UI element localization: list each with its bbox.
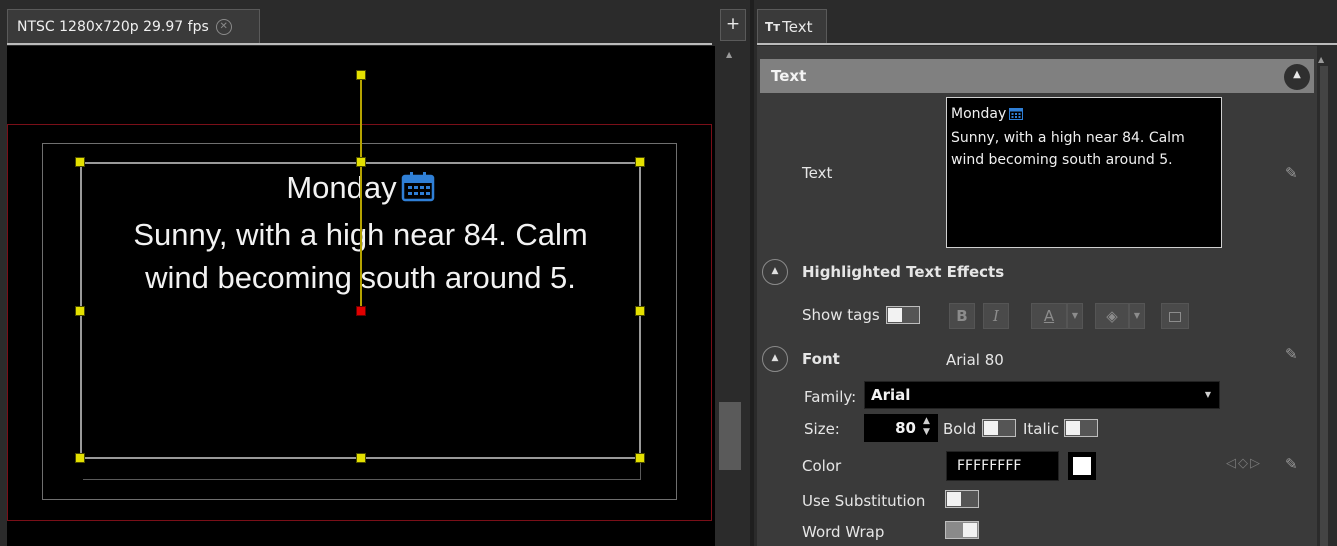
resize-handle-bottom[interactable] — [356, 453, 366, 463]
text-field-label: Text — [802, 164, 833, 182]
text-section-title: Text — [771, 67, 807, 85]
preview-canvas[interactable]: Monday Sunny, with a high near 84. Calm … — [7, 46, 715, 546]
resize-handle-bottom-left[interactable] — [75, 453, 85, 463]
size-label: Size: — [804, 420, 840, 438]
properties-scroll-thumb[interactable] — [1320, 66, 1328, 546]
font-collapse-icon[interactable]: ▲ — [762, 346, 788, 372]
textarea-line-3: wind becoming south around 5. — [951, 152, 1173, 168]
text-properties-tab[interactable]: Tт Text — [757, 9, 827, 43]
show-tags-toggle[interactable] — [886, 306, 920, 324]
image-icon — [1169, 312, 1181, 322]
tab-underline — [7, 43, 712, 45]
word-wrap-toggle[interactable] — [945, 521, 979, 539]
rotation-guide-line — [360, 76, 362, 311]
chevron-down-icon: ▼ — [1204, 390, 1211, 399]
color-swatch-button[interactable] — [1068, 452, 1096, 480]
color-label: Color — [802, 457, 842, 475]
word-wrap-label: Word Wrap — [802, 523, 885, 541]
text-properties-tab-label: Text — [782, 17, 813, 36]
text-content-textarea[interactable]: Monday Sunny, with a high near 84. Calm … — [946, 97, 1222, 248]
textarea-line-2: Sunny, with a high near 84. Calm — [951, 130, 1185, 146]
resize-handle-top-left[interactable] — [75, 157, 85, 167]
size-spinner-icon[interactable]: ▲ ▼ — [923, 416, 930, 438]
calendar-icon — [401, 170, 435, 213]
color-swatch — [1073, 457, 1091, 475]
italic-toggle[interactable] — [1064, 419, 1098, 437]
anchor-point-handle[interactable] — [356, 306, 366, 316]
font-color-dropdown-icon[interactable]: ▼ — [1067, 303, 1083, 329]
fill-color-button[interactable]: ◈ — [1095, 303, 1129, 329]
family-label: Family: — [804, 388, 857, 406]
panel-divider[interactable] — [750, 0, 754, 546]
preview-tab[interactable]: NTSC 1280x720p 29.97 fps ✕ — [7, 9, 260, 43]
bold-label: Bold — [943, 420, 977, 438]
resize-handle-top[interactable] — [356, 157, 366, 167]
textarea-line-1: Monday — [951, 106, 1007, 122]
bold-toggle[interactable] — [982, 419, 1016, 437]
properties-tabbar — [754, 0, 1337, 45]
text-section-header[interactable]: Text — [760, 59, 1314, 93]
italic-format-button[interactable]: I — [983, 303, 1009, 329]
italic-label: Italic — [1023, 420, 1060, 438]
right-tab-underline — [757, 43, 1337, 45]
rotation-handle[interactable] — [356, 70, 366, 80]
bold-format-button[interactable]: B — [949, 303, 975, 329]
collapse-section-icon[interactable]: ▲ — [1284, 64, 1310, 90]
text-type-icon: Tт — [765, 19, 781, 34]
fill-color-dropdown-icon[interactable]: ▼ — [1129, 303, 1145, 329]
highlighted-collapse-icon[interactable]: ▲ — [762, 259, 788, 285]
show-tags-label: Show tags — [802, 306, 880, 324]
calendar-tag-icon — [1009, 105, 1024, 127]
keyframe-nav-icons[interactable]: ◁◇▷ — [1226, 456, 1262, 471]
properties-scroll-up-icon[interactable]: ▲ — [1318, 55, 1324, 64]
font-summary: Arial 80 — [946, 351, 1004, 369]
color-hex-input[interactable]: FFFFFFFF — [946, 451, 1059, 481]
resize-handle-top-right[interactable] — [635, 157, 645, 167]
use-substitution-label: Use Substitution — [802, 492, 926, 510]
font-family-value: Arial — [871, 386, 911, 404]
preview-scrollbar[interactable] — [719, 58, 741, 546]
preview-scroll-thumb[interactable] — [719, 402, 741, 470]
canvas-title: Monday — [286, 170, 397, 205]
text-edit-pencil-icon[interactable]: ✎ — [1285, 164, 1298, 182]
use-substitution-toggle[interactable] — [945, 490, 979, 508]
preview-tab-label: NTSC 1280x720p 29.97 fps — [17, 18, 209, 35]
color-edit-pencil-icon[interactable]: ✎ — [1285, 455, 1298, 473]
resize-handle-right[interactable] — [635, 306, 645, 316]
resize-handle-bottom-right[interactable] — [635, 453, 645, 463]
highlighted-effects-title: Highlighted Text Effects — [802, 263, 1005, 281]
scroll-up-arrow-icon[interactable]: ▲ — [726, 50, 732, 59]
close-tab-icon[interactable]: ✕ — [215, 18, 232, 35]
font-color-button[interactable]: A — [1031, 303, 1067, 329]
add-button[interactable]: + — [720, 9, 746, 41]
image-insert-button[interactable] — [1161, 303, 1189, 329]
paint-bucket-icon: ◈ — [1106, 307, 1118, 325]
resize-handle-left[interactable] — [75, 306, 85, 316]
font-edit-pencil-icon[interactable]: ✎ — [1285, 345, 1298, 363]
font-section-title: Font — [802, 350, 840, 368]
font-family-select[interactable]: Arial ▼ — [864, 381, 1220, 409]
